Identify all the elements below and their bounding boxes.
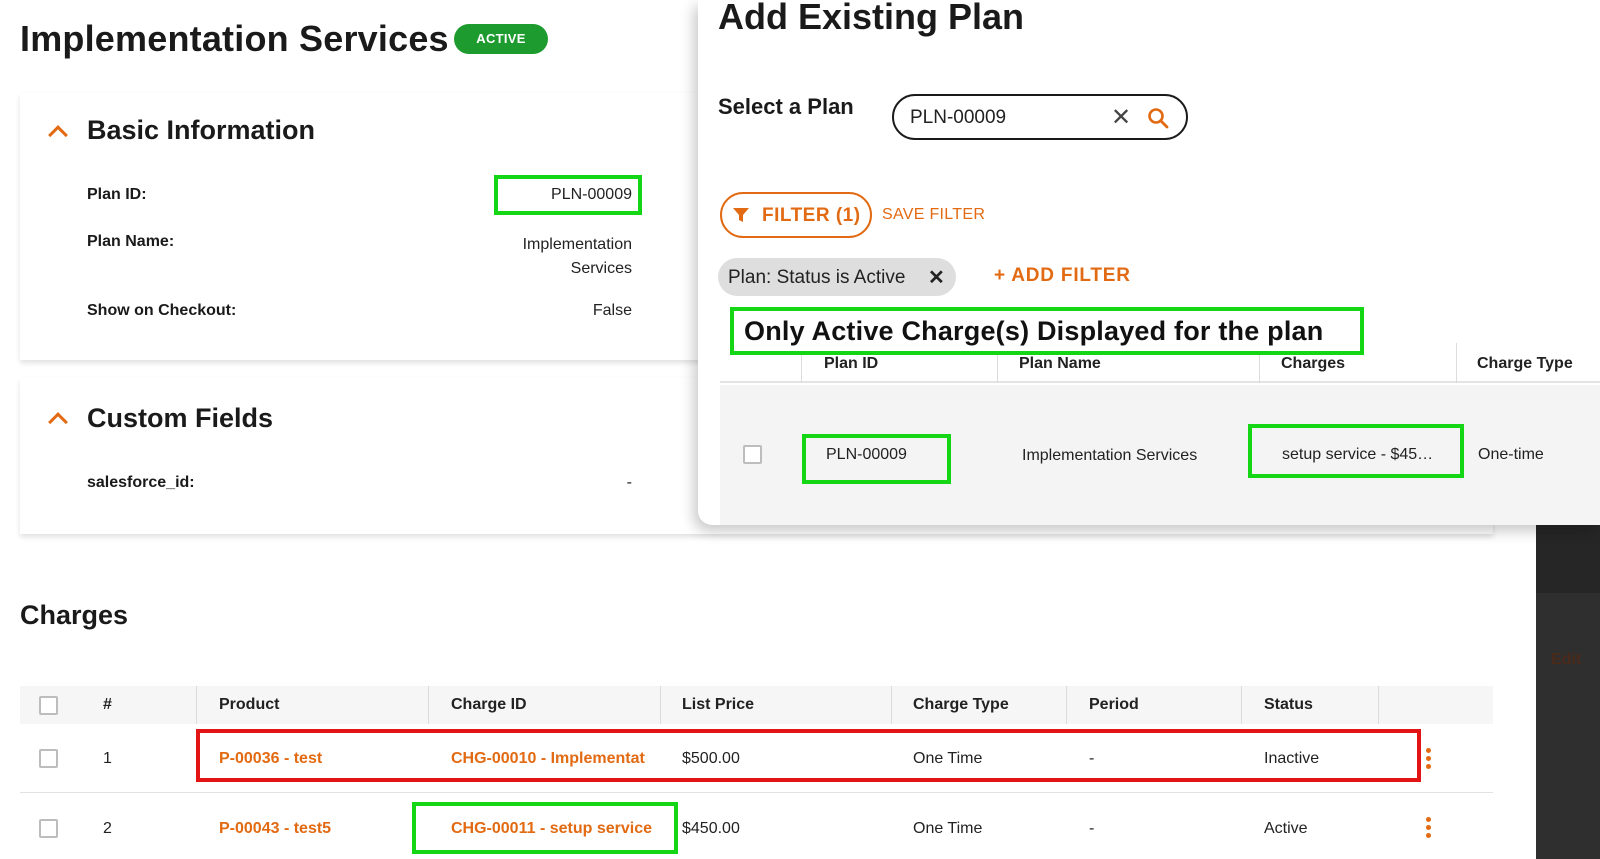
- filter-button[interactable]: FILTER (1): [720, 192, 872, 238]
- product-link[interactable]: P-00043 - test5: [219, 820, 419, 838]
- charges-table-header: # Product Charge ID List Price Charge Ty…: [20, 686, 1493, 724]
- column-header-charge-type[interactable]: Charge Type: [913, 696, 1009, 714]
- column-header-status[interactable]: Status: [1264, 696, 1313, 714]
- plan-id-value: PLN-00009: [551, 186, 632, 203]
- custom-fields-heading: Custom Fields: [87, 403, 274, 433]
- column-header-charge-id[interactable]: Charge ID: [451, 696, 527, 714]
- status-badge: ACTIVE: [454, 24, 548, 54]
- row-checkbox[interactable]: [39, 819, 58, 838]
- status-text: Active: [1264, 820, 1308, 837]
- annotation-text: Only Active Charge(s) Displayed for the …: [744, 316, 1324, 346]
- save-filter-link[interactable]: SAVE FILTER: [882, 206, 985, 224]
- modal-title: Add Existing Plan: [718, 0, 1025, 37]
- side-panel-header: [1536, 523, 1600, 593]
- select-plan-label: Select a Plan: [718, 94, 854, 119]
- kebab-menu-icon[interactable]: [1426, 748, 1431, 772]
- salesforce-id-label: salesforce_id:: [87, 474, 195, 491]
- row-checkbox[interactable]: [743, 445, 762, 464]
- plan-search-input[interactable]: [910, 106, 1100, 130]
- charge-type: One Time: [913, 820, 983, 837]
- edit-button[interactable]: Edit: [1551, 651, 1581, 669]
- row-number: 1: [103, 750, 112, 767]
- chevron-up-icon[interactable]: [48, 412, 68, 432]
- close-icon[interactable]: ✕: [1110, 106, 1132, 130]
- charges-heading: Charges: [20, 600, 129, 630]
- column-header-charge-type[interactable]: Charge Type: [1477, 355, 1573, 373]
- row-checkbox[interactable]: [39, 749, 58, 768]
- add-existing-plan-modal: Add Existing Plan Select a Plan ✕ FILTER…: [698, 0, 1600, 525]
- salesforce-id-value: -: [626, 474, 632, 491]
- filter-chip-label: Plan: Status is Active: [728, 267, 906, 288]
- charges-cell: setup service - $45…: [1282, 446, 1434, 463]
- plan-id-cell: PLN-00009: [826, 446, 907, 463]
- column-header-period[interactable]: Period: [1089, 696, 1139, 714]
- basic-information-heading: Basic Information: [87, 115, 316, 145]
- plan-name-value: Implementation Services: [522, 236, 632, 277]
- remove-filter-icon[interactable]: ✕: [928, 265, 945, 290]
- column-header-number: #: [103, 696, 112, 713]
- filter-chip: Plan: Status is Active ✕: [718, 258, 956, 296]
- column-header-list-price[interactable]: List Price: [682, 696, 754, 714]
- column-header-plan-name[interactable]: Plan Name: [1019, 355, 1101, 373]
- period: -: [1089, 820, 1095, 837]
- show-on-checkout-value: False: [592, 302, 632, 319]
- charge-type-cell: One-time: [1478, 446, 1544, 463]
- column-header-charges[interactable]: Charges: [1281, 355, 1345, 373]
- filter-button-label: FILTER (1): [762, 205, 861, 226]
- row-number: 2: [103, 820, 112, 837]
- active-charge-highlight: [412, 802, 678, 854]
- show-on-checkout-label: Show on Checkout:: [87, 302, 237, 319]
- inactive-row-highlight: [196, 729, 1421, 782]
- list-price: $450.00: [682, 820, 740, 837]
- filter-funnel-icon: [733, 208, 749, 222]
- plan-id-label: Plan ID:: [87, 186, 147, 203]
- column-header-plan-id[interactable]: Plan ID: [824, 355, 878, 373]
- table-row: 2 P-00043 - test5 CHG-00011 - setup serv…: [20, 793, 1493, 859]
- column-header-product[interactable]: Product: [219, 696, 279, 714]
- page-title: Implementation Services: [20, 18, 449, 59]
- add-filter-button[interactable]: + ADD FILTER: [994, 265, 1131, 287]
- plan-name-cell: Implementation Services: [1022, 447, 1198, 464]
- table-row: PLN-00009 Implementation Services setup …: [720, 385, 1600, 525]
- kebab-menu-icon[interactable]: [1426, 817, 1431, 841]
- chevron-up-icon[interactable]: [48, 125, 68, 145]
- select-all-checkbox[interactable]: [39, 696, 58, 715]
- plan-name-label: Plan Name:: [87, 233, 175, 250]
- plan-search-box: ✕: [892, 94, 1188, 140]
- annotation-banner: Only Active Charge(s) Displayed for the …: [730, 307, 1364, 355]
- search-icon[interactable]: [1146, 106, 1170, 130]
